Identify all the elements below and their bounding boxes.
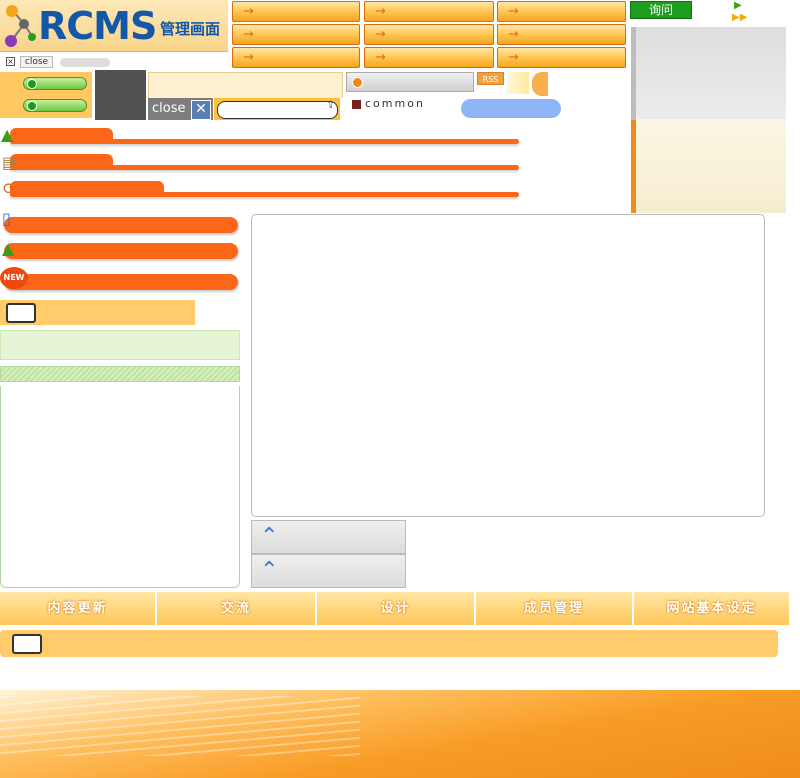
nav-button-3-2[interactable]: → [364,47,494,68]
up-button-1[interactable]: ⌃ [251,520,406,554]
logo-area[interactable]: RCMS 管理画面 [0,0,228,52]
dark-patterned-box [95,70,146,120]
arrow-right-icon: → [508,4,519,19]
tab-site-settings[interactable]: 网站基本设定 [634,592,789,625]
arrow-right-icon: → [375,4,386,19]
mobile-phone-icon: ▯ [2,209,11,228]
nav-button-3-3[interactable]: → [497,47,626,68]
grey-pill [60,58,110,67]
right-panel-top [636,27,786,119]
logo-subtitle: 管理画面 [160,20,221,38]
bottom-peach-bar [0,630,778,657]
square-bullet-icon [352,99,361,109]
striped-bar [0,366,240,382]
menu-line-3 [10,192,519,197]
green-info-box [0,330,240,360]
logo-text: RCMS [38,4,157,48]
nav-button-1-1[interactable]: → [232,1,360,22]
nav-button-2-2[interactable]: → [364,24,494,45]
nav-button-2-1[interactable]: → [232,24,360,45]
menu-line-2 [10,165,519,170]
close-x-icon[interactable]: × [6,57,15,66]
orange-cap [532,72,548,96]
play-circle-icon [27,79,37,89]
footer-decoration [0,696,360,756]
nav-button-1-2[interactable]: → [364,1,494,22]
common-link[interactable]: common [352,97,425,110]
open-book-icon [6,303,36,323]
play-circle-icon [27,101,37,111]
grey-select[interactable] [346,72,474,92]
rss-badge[interactable]: RSS [477,72,504,85]
search-input[interactable] [217,101,338,119]
side-bar-3[interactable] [4,274,238,290]
close-icon: ✕ [191,100,211,120]
left-content-panel [0,386,240,588]
small-close-button[interactable]: close [20,56,53,68]
fast-forward-icon[interactable]: ▶▶ [732,12,747,23]
green-cone-icon: ▲ [2,239,15,258]
nav-button-3-1[interactable]: → [232,47,360,68]
menu-line-1 [10,139,519,144]
arrow-right-icon: → [375,50,386,65]
tab-communication[interactable]: 交流 [157,592,317,625]
refresh-icon: ⟳ [3,179,17,198]
arrow-right-icon: → [508,27,519,42]
side-bar-2[interactable] [4,243,238,259]
green-button-1[interactable] [23,77,87,90]
tab-design[interactable]: 设计 [317,592,476,625]
open-book-icon [12,634,42,654]
yellow-square [507,72,529,94]
arrow-right-icon: → [375,27,386,42]
arrow-right-icon: → [508,50,519,65]
up-arrow-icon: ⌃ [260,524,279,549]
molecule-icon [5,5,36,47]
arrow-right-icon: → [243,50,254,65]
right-panel-bottom [636,119,786,213]
green-button-2[interactable] [23,99,87,112]
common-label: common [365,97,425,110]
nav-button-2-3[interactable]: → [497,24,626,45]
nav-button-1-3[interactable]: → [497,1,626,22]
side-bar-1[interactable] [4,217,238,233]
up-arrow-icon: ⌃ [260,558,279,583]
upload-icon[interactable]: ⇪ [327,100,335,111]
main-content-panel [251,214,765,517]
search-box[interactable]: ⇪ [214,98,340,120]
green-cone-icon: ▲ [1,125,14,144]
inquiry-button[interactable]: 询问 [630,1,692,19]
play-circle-icon [352,77,363,88]
book-stack-icon: ▤ [2,153,18,172]
tab-member-management[interactable]: 成员管理 [476,592,634,625]
arrow-right-icon: → [243,27,254,42]
close-label: close [152,101,186,116]
close-button[interactable]: close ✕ [148,98,213,120]
cream-box [148,72,343,98]
blue-pill-button[interactable] [461,99,561,118]
play-icon[interactable]: ▶ [734,0,742,11]
arrow-right-icon: → [243,4,254,19]
up-button-2[interactable]: ⌃ [251,554,406,588]
new-badge-icon: NEW [0,267,28,289]
tab-content-update[interactable]: 内容更新 [0,592,157,625]
